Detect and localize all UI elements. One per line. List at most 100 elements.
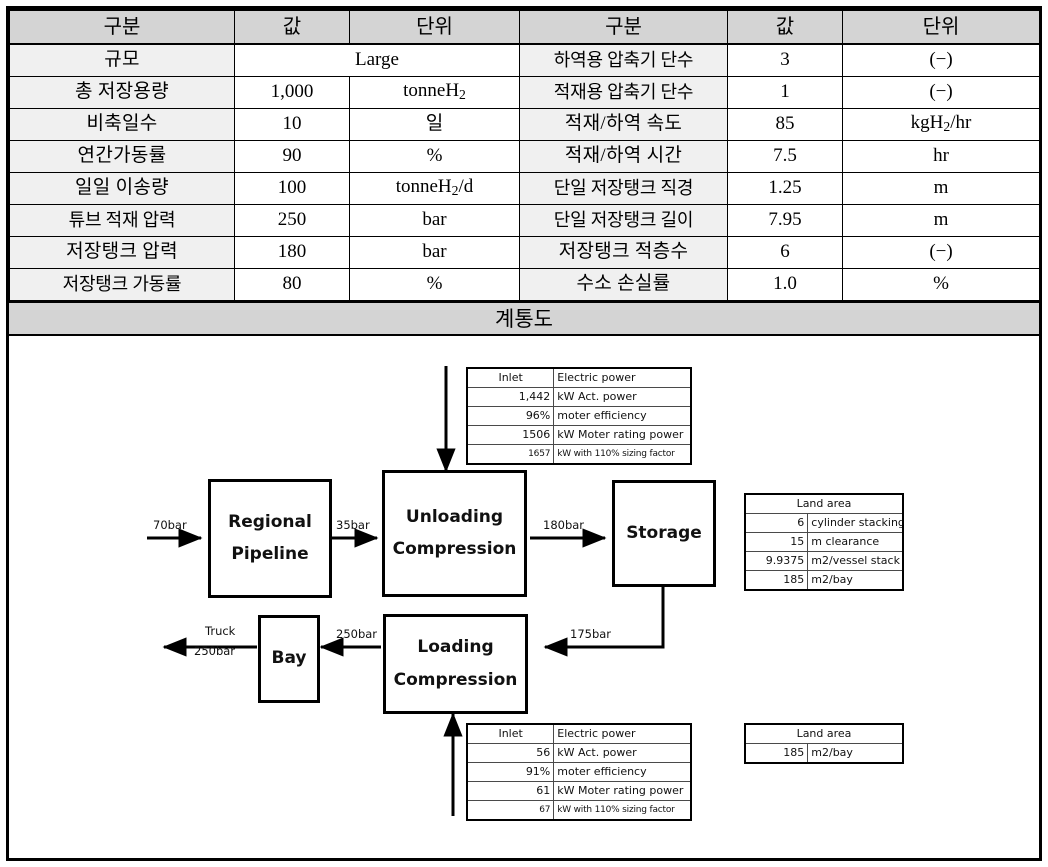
cell-value-0: 56 — [466, 742, 555, 763]
process-box-loading-compression[interactable]: Loading Compression — [383, 613, 528, 714]
table-row: 185 m2/bay — [744, 569, 904, 590]
param-unit-left-6: bar — [349, 235, 520, 269]
cell-value-1: 96% — [466, 405, 555, 426]
box-line-2: Compression — [393, 669, 518, 690]
table-row: Land area — [744, 493, 904, 514]
param-value-right-0: 3 — [727, 43, 843, 77]
cell-value-0: 185 — [744, 742, 809, 763]
cell-header-land-area: Land area — [744, 493, 904, 514]
process-box-unloading-compression[interactable]: Unloading Compression — [382, 469, 527, 597]
flow-label-loading-outlet: 250bar — [336, 626, 378, 641]
table-row: 1657 kW with 110% sizing factor — [466, 443, 692, 464]
process-box-storage[interactable]: Storage — [612, 479, 716, 587]
table-row: 튜브 적재 압력 250 bar 단일 저장탱크 길이 7.95 m — [9, 203, 1040, 237]
cell-label-3: kW with 110% sizing factor — [553, 443, 692, 464]
param-label-left-6: 저장탱크 압력 — [9, 235, 235, 269]
param-unit-right-5: m — [842, 203, 1040, 237]
param-label-left-4: 일일 이송량 — [9, 171, 235, 205]
param-value-right-1: 1 — [727, 75, 843, 109]
param-label-right-2: 적재/하역 속도 — [519, 107, 728, 141]
header-right-value: 값 — [727, 9, 843, 45]
param-value-right-7: 1.0 — [727, 267, 843, 301]
param-unit-right-2: kgH2/hr — [842, 107, 1040, 141]
unloading-power-table: Inlet Electric power 1,442 kW Act. power 9… — [466, 366, 692, 465]
header-left-value: 값 — [234, 9, 350, 45]
param-unit-right-0: (−) — [842, 43, 1040, 77]
loading-power-table: Inlet Electric power 56 kW Act. power 91% m… — [466, 722, 692, 821]
table-row: 6 cylinder stacking — [744, 512, 904, 533]
cell-value-1: 15 — [744, 531, 809, 552]
box-line-1: Loading — [417, 637, 494, 658]
table-row: 15 m clearance — [744, 531, 904, 552]
cell-label-0: m2/bay — [807, 742, 904, 763]
table-row: 96% moter efficiency — [466, 405, 692, 426]
table-row: 67 kW with 110% sizing factor — [466, 799, 692, 820]
cell-label-2: kW Moter rating power — [553, 780, 692, 801]
param-value-right-4: 1.25 — [727, 171, 843, 205]
cell-label-1: m clearance — [807, 531, 904, 552]
param-unit-left-3: % — [349, 139, 520, 173]
param-value-left-6: 180 — [234, 235, 350, 269]
table-header-row: 구분 값 단위 구분 값 단위 — [9, 9, 1040, 45]
box-line-1: Storage — [626, 522, 702, 543]
flow-label-unloading-outlet: 180bar — [543, 517, 585, 532]
table-row: 91% moter efficiency — [466, 761, 692, 782]
param-label-left-5: 튜브 적재 압력 — [9, 203, 235, 237]
cell-value-3: 1657 — [466, 443, 555, 464]
flow-label-inlet-pressure: 70bar — [153, 517, 187, 532]
box-line-1: Regional — [228, 511, 312, 532]
box-line-1: Unloading — [405, 506, 504, 527]
param-unit-right-3: hr — [842, 139, 1040, 173]
cell-value-2: 9.9375 — [744, 550, 809, 571]
header-left-unit: 단위 — [349, 9, 520, 45]
table-row: 연간가동률 90% 적재/하역 시간 7.5 hr — [9, 139, 1040, 173]
param-value-left-2: 10 — [234, 107, 350, 141]
cell-value-1: 91% — [466, 761, 555, 782]
parameter-table: 구분 값 단위 구분 값 단위 규모 Large 하역용 압축기 단수 3 (−) 총 저… — [9, 9, 1040, 301]
param-value-left-7: 80 — [234, 267, 350, 301]
cell-label-3: kW with 110% sizing factor — [553, 799, 692, 820]
cell-value-0: 6 — [744, 512, 809, 533]
table-row: 비축일수 10 일 적재/하역 속도 85 kgH2/hr — [9, 107, 1040, 141]
table-row: Inlet Electric power — [466, 723, 692, 744]
storage-land-area-table: Land area 6 cylinder stacking 15 m clearanc… — [744, 492, 904, 591]
param-value-left-3: 90 — [234, 139, 350, 173]
param-value-left-0: Large — [234, 43, 520, 77]
param-unit-right-7: % — [842, 267, 1040, 301]
param-unit-left-4: tonneH2/d — [349, 171, 520, 205]
table-row: 저장탱크 가동률 80% 수소 손실률 1.0% — [9, 267, 1040, 301]
param-value-right-6: 6 — [727, 235, 843, 269]
param-unit-left-5: bar — [349, 203, 520, 237]
param-label-right-0: 하역용 압축기 단수 — [519, 43, 728, 77]
header-right-unit: 단위 — [842, 9, 1040, 45]
param-label-left-1: 총 저장용량 — [9, 75, 235, 109]
param-unit-left-7: % — [349, 267, 520, 301]
param-label-right-6: 저장탱크 적층수 — [519, 235, 728, 269]
param-label-right-4: 단일 저장탱크 직경 — [519, 171, 728, 205]
param-value-right-2: 85 — [727, 107, 843, 141]
flow-label-truck-pressure: 250bar — [194, 643, 236, 658]
box-line-1: Bay — [271, 648, 307, 669]
table-row: 56 kW Act. power — [466, 742, 692, 763]
param-unit-right-1: (−) — [842, 75, 1040, 109]
process-box-regional-pipeline[interactable]: Regional Pipeline — [208, 478, 332, 598]
param-value-right-3: 7.5 — [727, 139, 843, 173]
table-row: 1,442 kW Act. power — [466, 386, 692, 407]
bay-land-area-table: Land area 185 m2/bay — [744, 722, 904, 764]
box-line-2: Pipeline — [231, 544, 309, 564]
cell-label-1: moter efficiency — [553, 405, 692, 426]
table-row: 9.9375 m2/vessel stack — [744, 550, 904, 571]
param-label-left-7: 저장탱크 가동률 — [9, 267, 235, 301]
box-line-2: Compression — [392, 539, 517, 559]
diagram-section-title: 계통도 — [9, 300, 1039, 336]
table-row: 규모 Large 하역용 압축기 단수 3 (−) — [9, 43, 1040, 77]
param-unit-right-6: (−) — [842, 235, 1040, 269]
cell-label-0: cylinder stacking — [807, 512, 904, 533]
table-row: 저장탱크 압력 180 bar 저장탱크 적층수 6 (−) — [9, 235, 1040, 269]
param-label-right-1: 적재용 압축기 단수 — [519, 75, 728, 109]
cell-value-0: 1,442 — [466, 386, 555, 407]
process-box-bay[interactable]: Bay — [258, 614, 320, 703]
param-unit-left-1: tonneH2 — [349, 75, 520, 109]
param-label-left-2: 비축일수 — [9, 107, 235, 141]
param-label-left-0: 규모 — [9, 43, 235, 77]
